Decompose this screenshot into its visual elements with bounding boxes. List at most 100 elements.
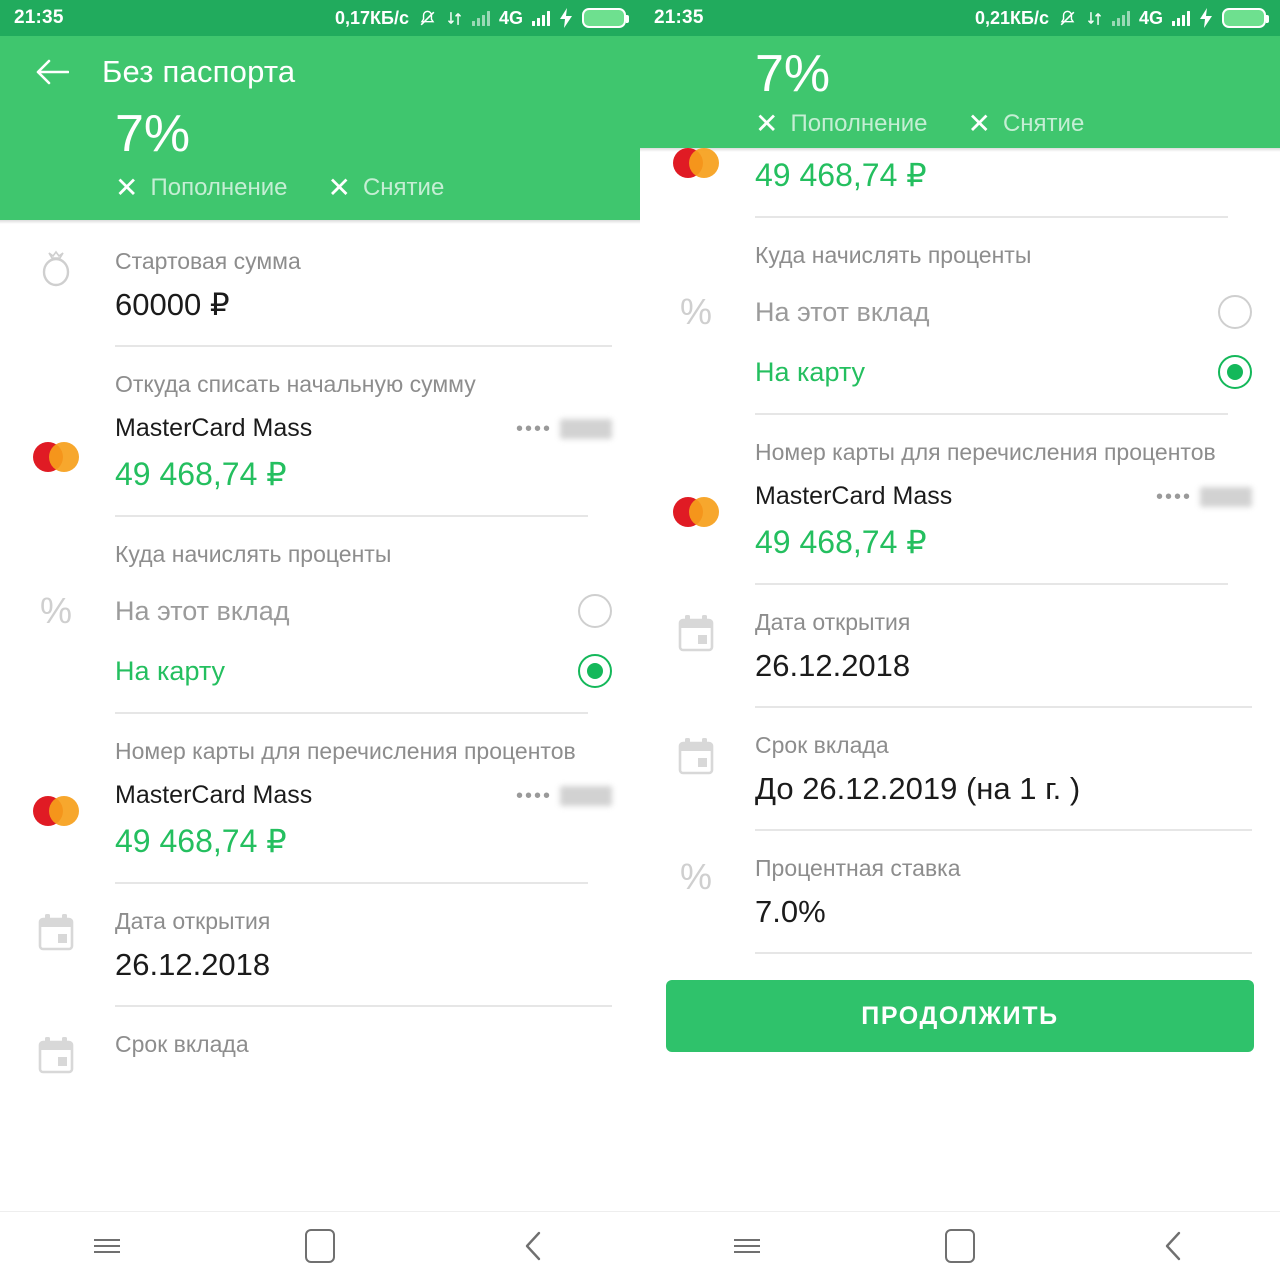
field-deposit-term-value: До 26.12.2019 (на 1 г. ) <box>755 771 1081 806</box>
mastercard-logo-icon <box>30 442 82 472</box>
home-button[interactable] <box>920 1222 1000 1270</box>
radio-button-to-deposit[interactable] <box>1218 295 1252 329</box>
feature-withdraw: ✕ Снятие <box>968 110 1085 138</box>
field-source-card[interactable]: Откуда списать начальную сумму MasterCar… <box>0 347 640 517</box>
form-content-right: 49 468,74 ₽ % Куда начислять проценты На… <box>640 148 1280 1052</box>
field-interest-destination-label: Куда начислять проценты <box>755 242 1032 268</box>
percent-icon: % <box>679 291 712 332</box>
app-header-left: Без паспорта 7% ✕ Пополнение ✕ Снятие <box>0 36 640 220</box>
field-interest-rate[interactable]: % Процентная ставка 7.0% <box>640 831 1280 954</box>
status-bar-left: 21:35 0,17КБ/с 4G <box>0 0 640 36</box>
signal-bars-sim2-icon <box>532 10 550 26</box>
card-dots: •••• <box>1155 485 1192 508</box>
field-interest-rate-value: 7.0% <box>755 894 826 929</box>
field-deposit-term[interactable]: Срок вклада До 26.12.2019 (на 1 г. ) <box>640 708 1280 831</box>
close-x-icon: ✕ <box>967 108 991 139</box>
field-open-date-label: Дата открытия <box>115 908 271 934</box>
mastercard-logo-icon <box>30 796 82 826</box>
field-interest-card-label: Номер карты для перечисления процентов <box>115 738 576 764</box>
battery-icon <box>1222 8 1269 28</box>
calendar-icon <box>670 736 722 778</box>
redacted-card-digits <box>560 785 612 806</box>
interest-card-balance: 49 468,74 ₽ <box>755 524 927 560</box>
radio-button-to-card[interactable] <box>578 654 612 688</box>
deposit-rate-big: 7% <box>115 105 191 163</box>
radio-option-to-deposit[interactable]: На этот вклад <box>115 568 640 628</box>
recents-button[interactable] <box>707 1222 787 1270</box>
card-dots: •••• <box>515 417 552 440</box>
field-interest-destination-label: Куда начислять проценты <box>115 541 392 567</box>
network-speed-text: 0,17КБ/с <box>335 7 409 28</box>
continue-button[interactable]: ПРОДОЛЖИТЬ <box>666 980 1254 1052</box>
interest-card-name: MasterCard Mass <box>115 781 313 809</box>
left-phone-screen: 21:35 0,17КБ/с 4G Без паспорта 7% ✕ Попо… <box>0 0 640 1280</box>
field-open-date-value: 26.12.2018 <box>115 947 271 982</box>
field-interest-card-label: Номер карты для перечисления процентов <box>755 439 1216 465</box>
field-start-amount-label: Стартовая сумма <box>115 248 301 274</box>
charging-bolt-icon <box>1199 8 1213 28</box>
battery-icon <box>582 8 629 28</box>
android-nav-bar-right <box>640 1211 1280 1280</box>
field-open-date[interactable]: Дата открытия 26.12.2018 <box>640 585 1280 708</box>
feature-replenish: ✕ Пополнение <box>755 110 928 138</box>
interest-card-mask: •••• <box>1155 485 1252 508</box>
field-start-amount-value: 60000 ₽ <box>115 287 230 322</box>
status-clock: 21:35 <box>654 7 704 28</box>
field-start-amount[interactable]: Стартовая сумма 60000 ₽ <box>0 224 640 347</box>
radio-button-to-card[interactable] <box>1218 355 1252 389</box>
feature-withdraw-label: Снятие <box>1002 110 1085 137</box>
mute-bell-icon <box>1058 9 1077 28</box>
calendar-icon <box>670 613 722 655</box>
app-header-right-collapsed: 7% ✕ Пополнение ✕ Снятие <box>640 36 1280 148</box>
source-card-name: MasterCard Mass <box>115 414 313 442</box>
feature-replenish: ✕ Пополнение <box>115 174 288 202</box>
radio-option-to-deposit[interactable]: На этот вклад <box>755 269 1280 329</box>
network-type-label: 4G <box>1138 7 1163 28</box>
interest-card-name: MasterCard Mass <box>755 482 953 510</box>
radio-option-to-card[interactable]: На карту <box>115 628 640 688</box>
charging-bolt-icon <box>559 8 573 28</box>
interest-card-balance: 49 468,74 ₽ <box>115 823 287 859</box>
divider <box>755 952 1252 954</box>
mastercard-logo-icon <box>670 148 722 178</box>
network-type-label: 4G <box>498 7 523 28</box>
back-button[interactable] <box>30 50 74 94</box>
right-phone-screen: 21:35 0,21КБ/с 4G 7% ✕ Пополнение ✕ Снят… <box>640 0 1280 1280</box>
feature-replenish-label: Пополнение <box>790 110 928 137</box>
radio-label-to-card: На карту <box>115 655 226 686</box>
home-button[interactable] <box>280 1222 360 1270</box>
signal-bars-sim1-icon <box>471 10 490 26</box>
radio-label-to-card: На карту <box>755 356 866 387</box>
source-card-mask: •••• <box>515 417 612 440</box>
feature-withdraw: ✕ Снятие <box>328 174 445 202</box>
radio-label-to-deposit: На этот вклад <box>115 595 290 626</box>
close-x-icon: ✕ <box>327 172 351 203</box>
percent-icon: % <box>39 590 72 631</box>
signal-bars-sim1-icon <box>1111 10 1130 26</box>
radio-label-to-deposit: На этот вклад <box>755 296 930 327</box>
page-title: Без паспорта <box>102 54 296 89</box>
field-open-date-value: 26.12.2018 <box>755 648 911 683</box>
radio-option-to-card[interactable]: На карту <box>755 329 1280 389</box>
field-deposit-term-label: Срок вклада <box>755 732 889 758</box>
back-nav-button[interactable] <box>1133 1222 1213 1270</box>
feature-replenish-label: Пополнение <box>150 174 288 201</box>
data-transfer-icon <box>1086 9 1103 28</box>
field-interest-card[interactable]: Номер карты для перечисления процентов M… <box>0 714 640 884</box>
close-x-icon: ✕ <box>115 172 139 203</box>
network-speed-text: 0,21КБ/с <box>975 7 1049 28</box>
source-card-balance: 49 468,74 ₽ <box>115 456 287 492</box>
field-source-card-partial[interactable]: 49 468,74 ₽ <box>640 148 1280 218</box>
radio-button-to-deposit[interactable] <box>578 594 612 628</box>
field-source-card-label: Откуда списать начальную сумму <box>115 371 476 397</box>
ring-savings-icon <box>30 246 82 292</box>
android-nav-bar-left <box>0 1211 640 1280</box>
back-nav-button[interactable] <box>493 1222 573 1270</box>
recents-button[interactable] <box>67 1222 147 1270</box>
mute-bell-icon <box>418 9 437 28</box>
field-interest-card[interactable]: Номер карты для перечисления процентов M… <box>640 415 1280 585</box>
field-deposit-term[interactable]: Срок вклада <box>0 1007 640 1074</box>
field-interest-rate-label: Процентная ставка <box>755 855 961 881</box>
field-open-date[interactable]: Дата открытия 26.12.2018 <box>0 884 640 1007</box>
deposit-rate-big: 7% <box>755 45 831 103</box>
